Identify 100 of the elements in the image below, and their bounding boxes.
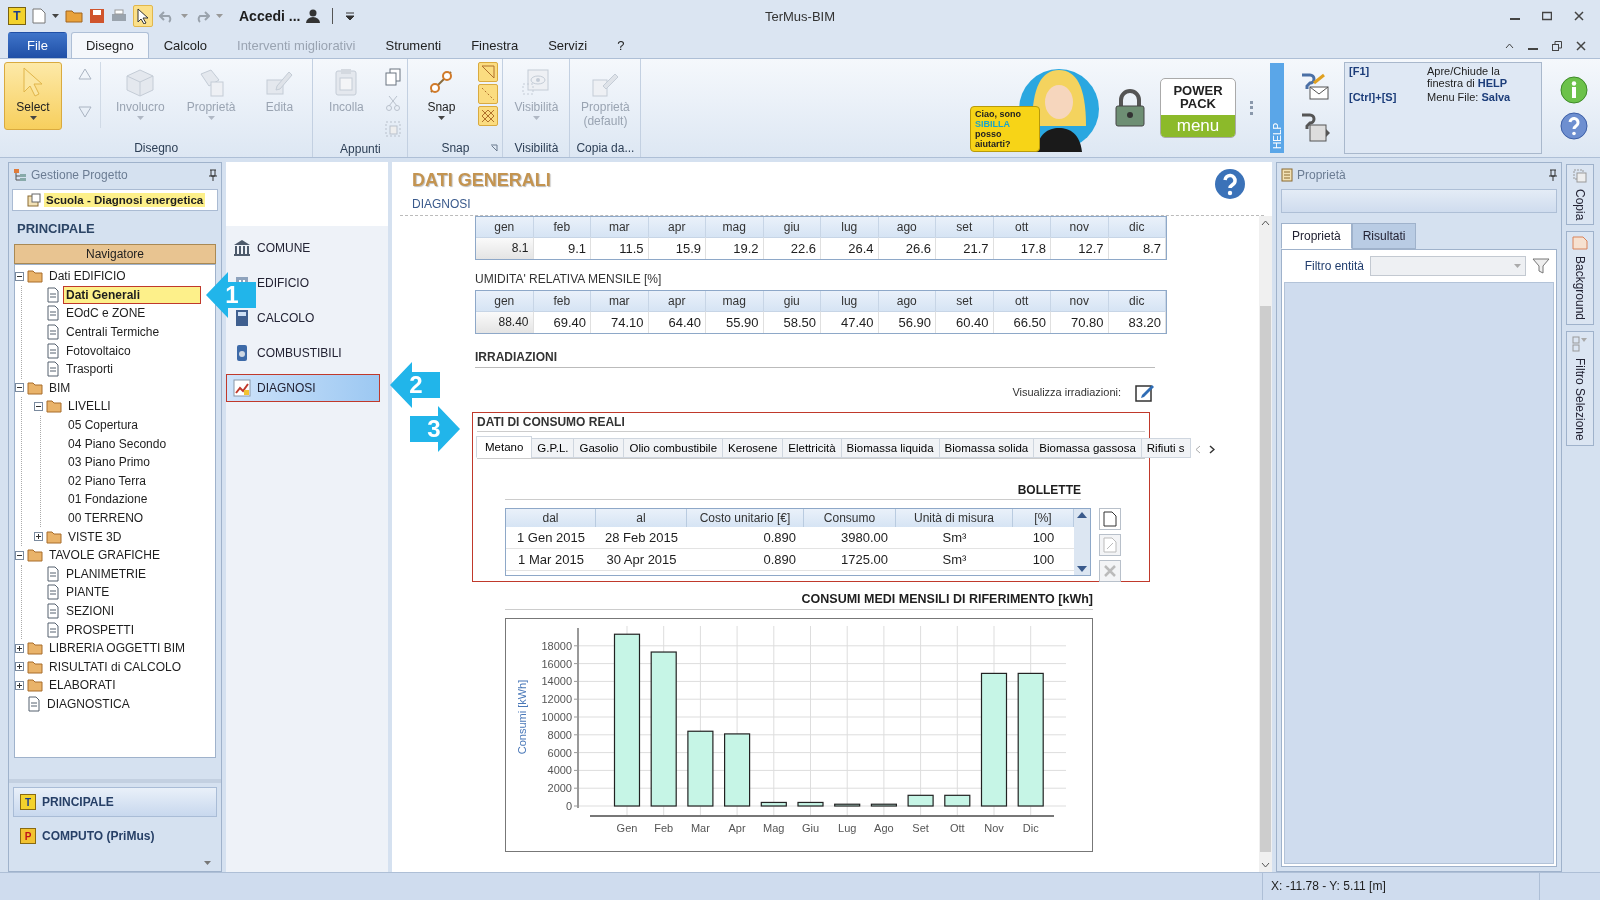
column-header[interactable]: al — [596, 509, 687, 527]
folder-icon[interactable] — [65, 9, 83, 23]
ribbon-tab[interactable]: Strumenti — [370, 32, 457, 58]
section-button[interactable]: DIAGNOSI — [226, 374, 380, 402]
table-cell[interactable]: 60.40 — [936, 311, 994, 333]
scroll-up-icon[interactable] — [1261, 220, 1270, 226]
app-logo[interactable]: T — [8, 7, 26, 25]
tree-item[interactable]: Dati Generali — [63, 285, 202, 304]
collapse-toggle[interactable] — [34, 401, 43, 411]
fuel-tab[interactable]: G.P.L. — [531, 438, 575, 458]
table-cell[interactable]: 26.4 — [821, 237, 879, 259]
table-cell[interactable]: 70.80 — [1051, 311, 1109, 333]
fuel-tab[interactable]: Kerosene — [722, 438, 784, 458]
table-cell[interactable]: 8.1 — [476, 237, 534, 259]
tree-item[interactable]: Fotovoltaico — [63, 341, 134, 360]
close-icon[interactable] — [1574, 11, 1584, 21]
pin-icon[interactable] — [1549, 169, 1557, 181]
tree-item[interactable]: ELABORATI — [46, 676, 119, 695]
scroll-down-icon[interactable] — [1261, 862, 1270, 868]
side-tab[interactable]: Background — [1566, 231, 1594, 326]
fuel-tab[interactable]: Metano — [476, 436, 533, 458]
close-icon[interactable] — [1576, 41, 1586, 51]
scroll-right-icon[interactable] — [1208, 445, 1215, 454]
ribbon-tab[interactable]: Finestra — [456, 32, 534, 58]
save-icon[interactable] — [89, 8, 105, 24]
scroll-down-icon[interactable] — [1077, 566, 1087, 572]
pin-icon[interactable] — [209, 169, 217, 181]
tree-item[interactable]: 01 Fondazione — [65, 490, 151, 509]
tree-item[interactable]: DIAGNOSTICA — [44, 694, 133, 713]
table-cell[interactable]: 15.9 — [648, 237, 706, 259]
table-cell[interactable]: 88.40 — [476, 311, 534, 333]
ribbon-small-button[interactable] — [383, 66, 404, 88]
tree-item[interactable]: BIM — [46, 378, 74, 397]
snap-toggle[interactable] — [478, 84, 499, 104]
tree-item[interactable]: Dati EDIFICIO — [46, 267, 129, 286]
pointer-tool-button[interactable] — [133, 5, 153, 27]
dialog-launcher-icon[interactable] — [490, 144, 499, 152]
module-button[interactable]: P COMPUTO (PriMus) — [13, 821, 217, 851]
tree-item[interactable]: Centrali Termiche — [63, 323, 163, 342]
table-cell[interactable]: 74.10 — [591, 311, 649, 333]
tree-item[interactable]: RISULTATI di CALCOLO — [46, 657, 185, 676]
table-cell[interactable]: 8.7 — [1108, 237, 1166, 259]
section-button[interactable]: COMBUSTIBILI — [226, 339, 388, 367]
column-header[interactable]: Unità di misura — [896, 509, 1013, 527]
table-cell[interactable]: 26.6 — [878, 237, 936, 259]
table-cell[interactable]: 69.40 — [533, 311, 591, 333]
expand-toggle[interactable] — [15, 662, 24, 672]
table-cell[interactable]: 22.6 — [763, 237, 821, 259]
ribbon-button[interactable]: Select — [4, 62, 62, 130]
edit-icon[interactable] — [1135, 382, 1155, 402]
ribbon-tab[interactable]: Servizi — [533, 32, 603, 58]
table-cell[interactable]: 55.90 — [706, 311, 764, 333]
snap-toggle[interactable] — [478, 62, 499, 82]
collapse-toggle[interactable] — [15, 550, 24, 560]
fuel-tab[interactable]: Biomassa solida — [938, 438, 1035, 458]
table-cell[interactable]: 56.90 — [878, 311, 936, 333]
collapse-ribbon-icon[interactable] — [1505, 43, 1514, 49]
tree-item[interactable]: PLANIMETRIE — [63, 564, 149, 583]
collapse-toggle[interactable] — [15, 383, 24, 393]
tree-item[interactable]: VISTE 3D — [65, 527, 125, 546]
table-cell[interactable]: 12.7 — [1051, 237, 1109, 259]
table-cell[interactable]: 11.5 — [591, 237, 649, 259]
snap-toggle[interactable] — [478, 106, 499, 126]
scroll-up-icon[interactable] — [1077, 512, 1087, 518]
help-icon[interactable] — [1560, 112, 1588, 140]
column-header[interactable]: Costo unitario [€] — [687, 509, 804, 527]
fuel-tab[interactable]: Rifiuti s — [1140, 438, 1191, 458]
expand-toggle[interactable] — [15, 680, 24, 690]
module-button[interactable]: T PRINCIPALE — [13, 787, 217, 817]
tree-item[interactable]: 04 Piano Secondo — [65, 434, 170, 453]
fuel-tab[interactable]: Gasolio — [573, 438, 625, 458]
scrollbar-thumb[interactable] — [1260, 306, 1271, 852]
tree-item[interactable]: PIANTE — [63, 583, 113, 602]
column-header[interactable]: Consumo — [804, 509, 896, 527]
table-cell[interactable]: 21.7 — [936, 237, 994, 259]
table-cell[interactable]: 47.40 — [821, 311, 879, 333]
column-header[interactable]: [%] — [1013, 509, 1074, 527]
assistant-bubble[interactable]: Ciao, sono SIBILLA posso aiutarti? — [970, 106, 1040, 152]
tree-item[interactable]: LIVELLI — [65, 397, 114, 416]
ribbon-tab[interactable]: ? — [602, 32, 640, 58]
fuel-tab[interactable]: Biomassa liquida — [840, 438, 940, 458]
customize-icon[interactable] — [345, 12, 356, 20]
filter-icon[interactable] — [1532, 258, 1550, 274]
table-cell[interactable]: 58.50 — [763, 311, 821, 333]
column-header[interactable]: dal — [506, 509, 596, 527]
collapse-toggle[interactable] — [15, 271, 24, 281]
section-button[interactable]: COMUNE — [226, 234, 388, 262]
row-action-button[interactable] — [1099, 508, 1121, 530]
power-pack-button[interactable]: POWER PACK menu — [1160, 78, 1236, 138]
side-tab[interactable]: Filtro Selezione — [1566, 331, 1594, 447]
table-cell[interactable]: 66.50 — [993, 311, 1051, 333]
tree-item[interactable]: Trasporti — [63, 360, 116, 379]
info-icon[interactable] — [1560, 76, 1588, 104]
tree-item[interactable]: 02 Piano Terra — [65, 471, 149, 490]
new-file-icon[interactable] — [32, 8, 46, 24]
printer-icon[interactable] — [111, 8, 127, 24]
tree-item[interactable]: SEZIONI — [63, 602, 117, 620]
ribbon-button[interactable]: Snap — [412, 62, 471, 130]
fuel-tab[interactable]: Olio combustibile — [623, 438, 724, 458]
lock-icon[interactable] — [1114, 89, 1146, 127]
